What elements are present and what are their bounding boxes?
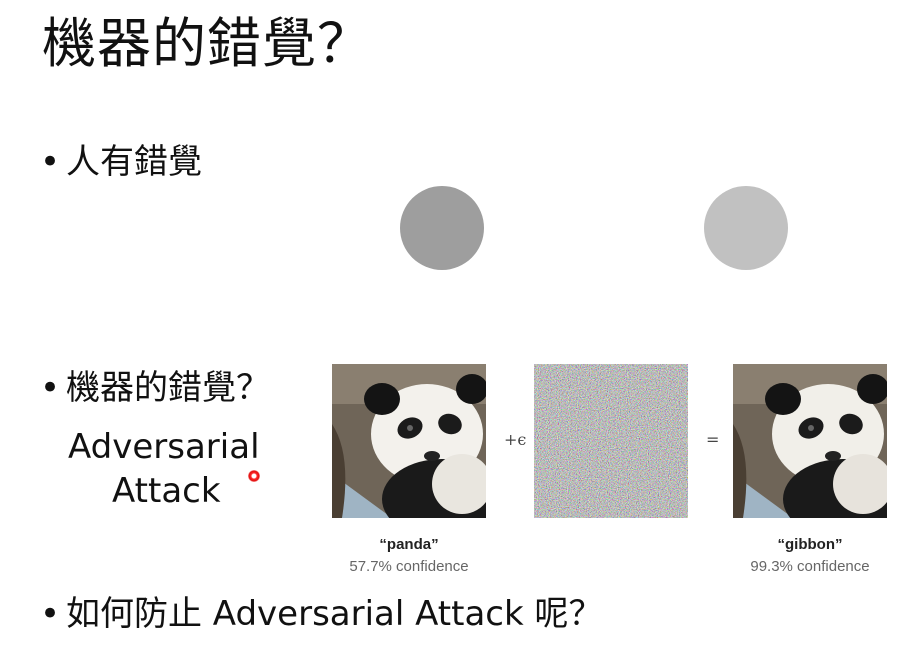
panda-image-original [332, 364, 486, 518]
caption-adversarial: “gibbon” 99.3% confidence [725, 534, 895, 578]
bullet-text: 機器的錯覺？ [66, 368, 270, 408]
panda-image-adversarial [733, 364, 887, 518]
caption-label-gibbon: “gibbon” [777, 536, 843, 553]
caption-confidence-panda: 57.7% confidence [349, 558, 469, 575]
bullet-prevent-attack: • 如何防止 Adversarial Attack 呢？ [40, 592, 602, 636]
slide-title: 機器的錯覺？ [42, 12, 372, 75]
bullet-marker: • [40, 368, 61, 408]
laser-pointer-icon [248, 470, 260, 482]
slide: 機器的錯覺？ • 人有錯覺 • 機器的錯覺？ Adversarial Attack … [0, 0, 904, 645]
subtitle-adversarial: Adversarial [68, 427, 260, 467]
plus-epsilon-operator: +ϵ [504, 430, 527, 449]
caption-original: “panda” 57.7% confidence [324, 534, 494, 578]
caption-label-panda: “panda” [379, 536, 439, 553]
gray-circle-right [704, 186, 788, 270]
bullet-human-illusion: • 人有錯覺 [40, 140, 202, 184]
bullet-marker: • [40, 142, 61, 182]
gray-circle-left [400, 186, 484, 270]
bullet-machine-illusion: • 機器的錯覺？ [40, 366, 270, 410]
bullet-marker: • [40, 594, 61, 634]
subtitle-attack: Attack [112, 471, 221, 511]
equals-operator: = [706, 430, 720, 449]
caption-confidence-gibbon: 99.3% confidence [750, 558, 870, 575]
noise-image [534, 364, 688, 518]
bullet-text: 人有錯覺 [66, 142, 202, 182]
bullet-text: 如何防止 Adversarial Attack 呢？ [66, 594, 603, 634]
